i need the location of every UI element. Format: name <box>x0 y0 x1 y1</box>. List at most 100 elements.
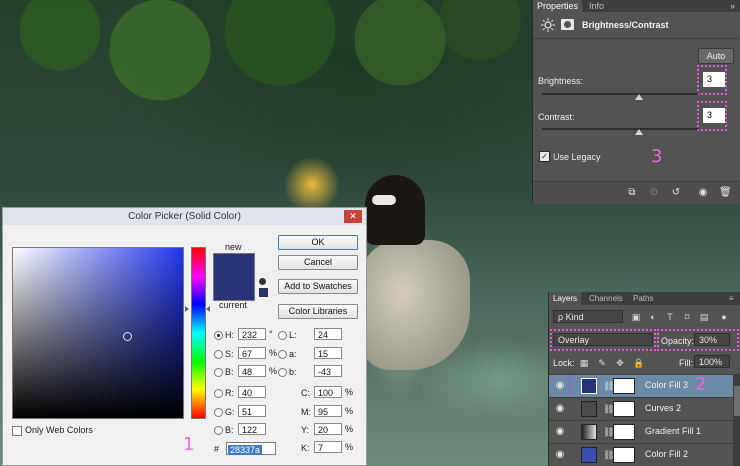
auto-button[interactable]: Auto <box>698 48 734 64</box>
visibility-eye-icon[interactable]: ◉ <box>554 426 566 438</box>
figure-dress <box>360 240 470 370</box>
m-input[interactable]: 95 <box>314 405 342 417</box>
visibility-eye-icon[interactable]: ◉ <box>697 187 709 199</box>
link-chain-icon[interactable]: ⛓ <box>603 449 614 461</box>
layer-mask-thumbnail[interactable] <box>613 401 635 417</box>
fill-input[interactable]: 100% <box>694 355 730 368</box>
contrast-highlight <box>697 101 727 131</box>
layer-row-gradient-fill-1[interactable]: ◉ ⛓ Gradient Fill 1 <box>549 420 733 443</box>
l-input[interactable]: 24 <box>314 328 342 340</box>
tab-info[interactable]: Info <box>585 0 608 12</box>
tab-properties[interactable]: Properties <box>533 0 583 12</box>
filter-pixel-icon[interactable]: ▣ <box>631 312 641 322</box>
filter-smart-object-icon[interactable]: ▤ <box>699 312 709 322</box>
current-color-swatch[interactable] <box>214 277 254 300</box>
contrast-slider-thumb[interactable] <box>635 129 643 135</box>
fill-label: Fill: <box>679 358 693 368</box>
layer-name: Color Fill 3 <box>645 380 689 390</box>
a-input[interactable]: 15 <box>314 347 342 359</box>
visibility-eye-icon[interactable]: ◉ <box>554 449 566 461</box>
color-field-cursor[interactable] <box>123 332 132 341</box>
reset-icon[interactable]: ↺ <box>670 187 682 199</box>
figure-hair <box>365 175 425 245</box>
layer-row-curves-2[interactable]: ◉ ⛓ Curves 2 <box>549 397 733 420</box>
h-input[interactable]: 232 <box>238 328 266 340</box>
radio-h[interactable] <box>214 331 223 340</box>
g-input[interactable]: 51 <box>238 405 266 417</box>
trash-icon[interactable]: 🗑 <box>719 187 732 199</box>
filter-adjustment-icon[interactable]: ◐ <box>648 312 658 322</box>
filter-toggle-icon[interactable]: ● <box>719 312 729 322</box>
filter-type-icon[interactable]: T <box>665 312 675 322</box>
color-libraries-button[interactable]: Color Libraries <box>278 304 358 319</box>
lock-image-icon[interactable]: ✎ <box>597 358 607 368</box>
s-input[interactable]: 67 <box>238 347 266 359</box>
contrast-slider-track[interactable] <box>542 128 698 130</box>
dialog-titlebar[interactable]: Color Picker (Solid Color) ✕ <box>3 208 366 225</box>
panel-menu-icon[interactable]: ≡ <box>725 292 738 305</box>
tab-channels[interactable]: Channels <box>585 292 627 305</box>
layers-panel: Layers Channels Paths ≡ ρ Kind ▣ ◐ T ⌑ ▤… <box>548 292 740 466</box>
hue-slider[interactable] <box>191 247 206 419</box>
filter-kind-dropdown[interactable]: ρ Kind <box>553 310 623 323</box>
visibility-eye-icon[interactable]: ◉ <box>554 380 566 392</box>
radio-l[interactable] <box>278 331 287 340</box>
layer-mask-thumbnail[interactable] <box>613 424 635 440</box>
lock-position-icon[interactable]: ✥ <box>615 358 625 368</box>
properties-tabbar: Properties Info » <box>533 0 740 12</box>
radio-b[interactable] <box>214 368 223 377</box>
layer-mask-icon[interactable] <box>561 19 574 30</box>
layer-mask-thumbnail[interactable] <box>613 447 635 463</box>
tab-layers[interactable]: Layers <box>549 292 582 305</box>
only-web-colors-checkbox[interactable] <box>12 426 22 436</box>
r-label: R: <box>225 388 234 398</box>
layer-name: Gradient Fill 1 <box>645 426 702 436</box>
visibility-eye-icon[interactable]: ◉ <box>554 403 566 415</box>
y-input[interactable]: 20 <box>314 423 342 435</box>
panel-collapse-icon[interactable]: » <box>730 0 735 12</box>
lab-b-input[interactable]: -43 <box>314 365 342 377</box>
clip-to-layer-icon[interactable]: ⧉ <box>626 187 638 199</box>
radio-a[interactable] <box>278 350 287 359</box>
brightness-slider-track[interactable] <box>542 93 698 95</box>
radio-blue[interactable] <box>214 426 223 435</box>
radio-s[interactable] <box>214 350 223 359</box>
gamut-warning-icon[interactable] <box>259 278 266 285</box>
lock-transparent-icon[interactable]: ▦ <box>579 358 589 368</box>
hue-arrow-left-icon[interactable] <box>185 306 189 312</box>
layer-row-color-fill-2[interactable]: ◉ ⛓ Color Fill 2 <box>549 443 733 466</box>
l-label: L: <box>289 330 297 340</box>
close-icon[interactable]: ✕ <box>344 210 362 223</box>
brightness-slider-thumb[interactable] <box>635 94 643 100</box>
layer-mask-thumbnail[interactable] <box>613 378 635 394</box>
link-chain-icon[interactable]: ⛓ <box>603 380 614 392</box>
k-input[interactable]: 7 <box>314 441 342 453</box>
use-legacy-checkbox[interactable]: ✓ <box>539 151 550 162</box>
radio-r[interactable] <box>214 389 223 398</box>
layers-scrollbar-thumb[interactable] <box>734 386 740 416</box>
lock-all-icon[interactable]: 🔒 <box>633 358 644 368</box>
link-chain-icon[interactable]: ⛓ <box>603 426 614 438</box>
r-input[interactable]: 40 <box>238 386 266 398</box>
only-web-colors-label: Only Web Colors <box>25 425 93 435</box>
hue-arrow-right-icon[interactable] <box>206 306 210 312</box>
blend-mode-highlight <box>550 329 656 351</box>
cancel-button[interactable]: Cancel <box>278 255 358 270</box>
saturation-brightness-field[interactable] <box>12 247 184 419</box>
layer-thumbnail <box>581 378 597 394</box>
filter-shape-icon[interactable]: ⌑ <box>682 312 692 322</box>
radio-lab-b[interactable] <box>278 368 287 377</box>
link-chain-icon[interactable]: ⛓ <box>603 403 614 415</box>
ok-button[interactable]: OK <box>278 235 358 250</box>
view-previous-icon[interactable]: ⊙ <box>648 187 660 199</box>
hex-input[interactable]: 28337a <box>226 442 276 455</box>
radio-g[interactable] <box>214 408 223 417</box>
tab-paths[interactable]: Paths <box>629 292 657 305</box>
c-input[interactable]: 100 <box>314 386 342 398</box>
current-label: current <box>219 300 248 310</box>
web-safe-swatch-icon[interactable] <box>259 288 268 297</box>
y-label: Y: <box>301 425 310 435</box>
blue-input[interactable]: 122 <box>238 423 266 435</box>
b-input[interactable]: 48 <box>238 365 266 377</box>
add-to-swatches-button[interactable]: Add to Swatches <box>278 279 358 294</box>
